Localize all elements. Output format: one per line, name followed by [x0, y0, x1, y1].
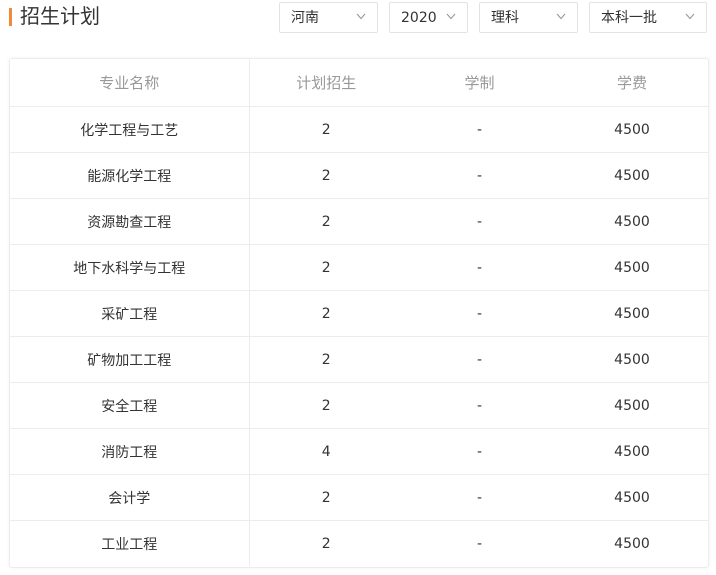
chevron-down-icon [556, 13, 566, 20]
cell-major: 消防工程 [10, 428, 250, 475]
batch-select[interactable]: 本科一批 [589, 2, 707, 33]
header: 招生计划 河南 2020 理科 本科一批 [0, 0, 716, 46]
cell-plan-count: 2 [249, 382, 403, 429]
cell-major: 能源化学工程 [10, 152, 250, 199]
cell-tuition: 4500 [556, 152, 708, 199]
page: 招生计划 河南 2020 理科 本科一批 专业名称 计划招生 学制 学费 化学工… [0, 0, 716, 575]
cell-tuition: 4500 [556, 474, 708, 521]
cell-duration: - [403, 244, 556, 291]
cell-duration: - [403, 152, 556, 199]
table-row: 采矿工程 2 - 4500 [10, 290, 708, 337]
table-row: 消防工程 4 - 4500 [10, 428, 708, 475]
cell-tuition: 4500 [556, 198, 708, 245]
cell-duration: - [403, 336, 556, 383]
cell-plan-count: 2 [249, 474, 403, 521]
subject-select-value: 理科 [491, 10, 519, 26]
cell-major: 采矿工程 [10, 290, 250, 337]
cell-major: 矿物加工工程 [10, 336, 250, 383]
table-header-row: 专业名称 计划招生 学制 学费 [10, 59, 708, 107]
cell-plan-count: 2 [249, 336, 403, 383]
cell-plan-count: 2 [321, 535, 331, 552]
title-accent-bar [9, 8, 12, 26]
cell-plan-count: 2 [249, 290, 403, 337]
chevron-down-icon [446, 13, 456, 20]
column-header-plan-count: 计划招生 [249, 59, 403, 107]
subject-select[interactable]: 理科 [479, 2, 578, 33]
cell-tuition: 4500 [614, 535, 650, 552]
cell-tuition: 4500 [556, 106, 708, 153]
table-row: 安全工程 2 - 4500 [10, 382, 708, 429]
cell-major: 安全工程 [10, 382, 250, 429]
column-header-tuition: 学费 [556, 59, 708, 107]
cell-major: 工业工程 [10, 520, 250, 566]
province-select[interactable]: 河南 [279, 2, 378, 33]
table-row: 会计学 2 - 4500 [10, 474, 708, 521]
province-select-value: 河南 [291, 10, 319, 26]
cell-duration: - [403, 428, 556, 475]
cell-tuition: 4500 [556, 428, 708, 475]
table-row: 矿物加工工程 2 - 4500 [10, 336, 708, 383]
cell-plan-count: 2 [249, 198, 403, 245]
cell-duration: - [476, 535, 483, 552]
cell-major: 会计学 [10, 474, 250, 521]
table-row: 能源化学工程 2 - 4500 [10, 152, 708, 199]
chevron-down-icon [356, 13, 366, 20]
cell-duration: - [403, 106, 556, 153]
batch-select-value: 本科一批 [601, 10, 657, 26]
cell-plan-count: 2 [249, 106, 403, 153]
cell-tuition: 4500 [556, 290, 708, 337]
cell-tuition: 4500 [556, 336, 708, 383]
cell-tuition: 4500 [556, 382, 708, 429]
table-row: 化学工程与工艺 2 - 4500 [10, 106, 708, 153]
cell-tuition: 4500 [556, 244, 708, 291]
page-title: 招生计划 [20, 4, 100, 28]
chevron-down-icon [685, 13, 695, 20]
cell-plan-count: 2 [249, 152, 403, 199]
table-body: 化学工程与工艺 2 - 4500 能源化学工程 2 - 4500 资源勘查工程 … [10, 106, 708, 566]
year-select[interactable]: 2020 [389, 2, 468, 33]
column-header-duration: 学制 [403, 59, 556, 107]
cell-duration: - [403, 290, 556, 337]
cell-major: 化学工程与工艺 [10, 106, 250, 153]
cell-duration: - [403, 474, 556, 521]
cell-major: 资源勘查工程 [10, 198, 250, 245]
enrollment-plan-table-card: 专业名称 计划招生 学制 学费 化学工程与工艺 2 - 4500 能源化学工程 … [9, 58, 709, 568]
cell-plan-count: 2 [249, 244, 403, 291]
table-row: 地下水科学与工程 2 - 4500 [10, 244, 708, 291]
table-row: 工业工程 2 - 4500 [10, 520, 708, 566]
cell-plan-count: 4 [249, 428, 403, 475]
cell-major: 地下水科学与工程 [10, 244, 250, 291]
year-select-value: 2020 [401, 10, 437, 26]
column-header-major: 专业名称 [10, 59, 250, 107]
cell-duration: - [403, 198, 556, 245]
enrollment-plan-table: 专业名称 计划招生 学制 学费 化学工程与工艺 2 - 4500 能源化学工程 … [10, 59, 708, 566]
table-row: 资源勘查工程 2 - 4500 [10, 198, 708, 245]
cell-duration: - [403, 382, 556, 429]
